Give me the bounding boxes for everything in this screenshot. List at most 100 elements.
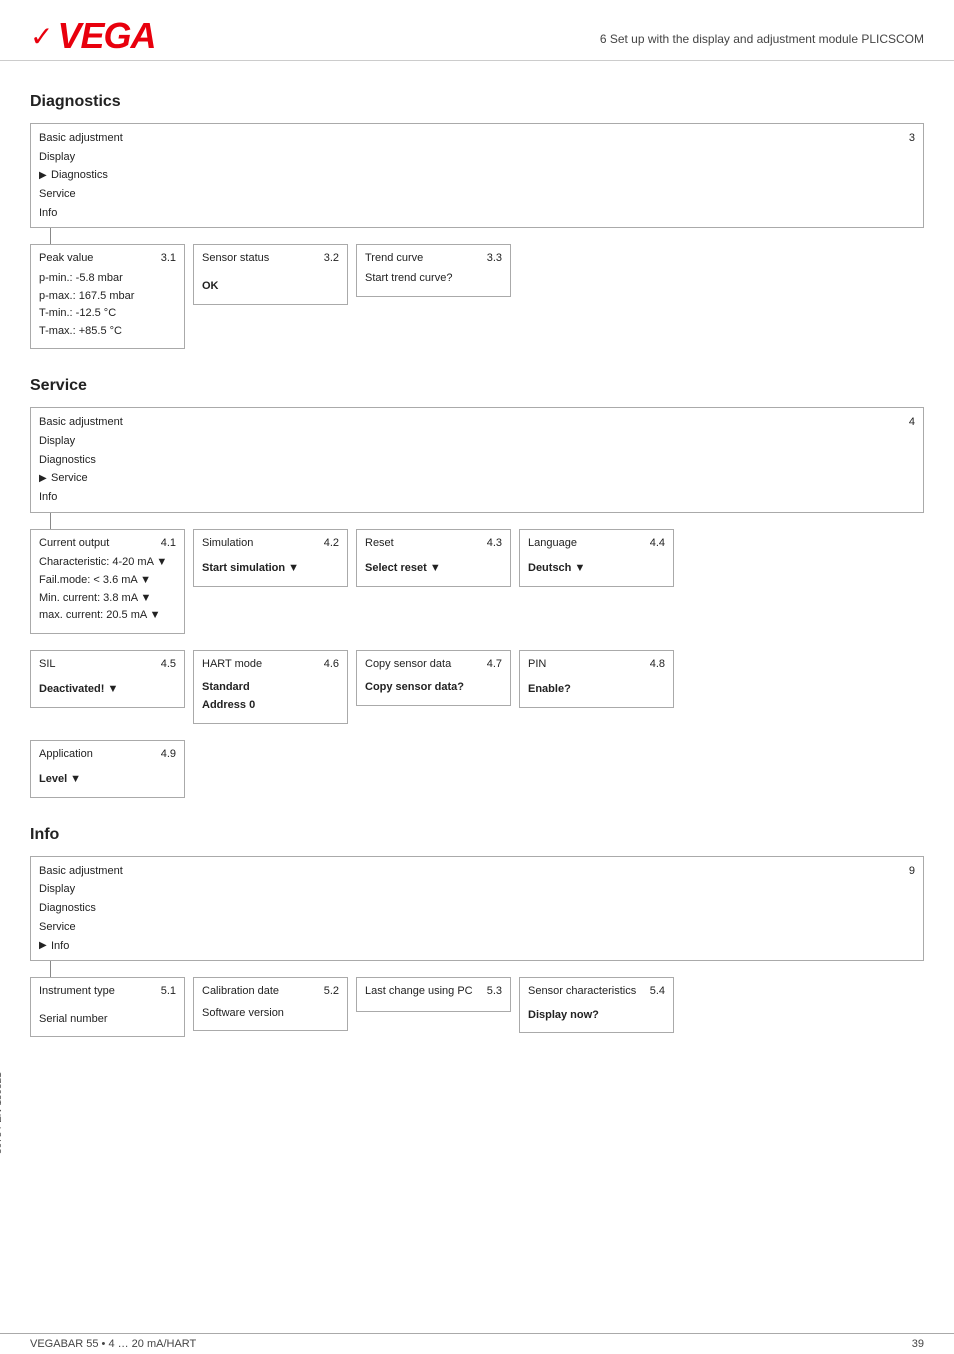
box-number-4-8: 4.8 [650,656,665,674]
menu-item-diagnostics-diag[interactable]: ▶ Diagnostics [39,166,915,185]
section-title-service: Service [30,377,924,395]
sub-box-4-8: 4.8 PIN Enable? [519,650,674,708]
sub-box-5-3: 5.3 Last change using PC [356,977,511,1012]
current-char: Characteristic: 4-20 mA ▼ [39,554,176,572]
display-now[interactable]: Display now? [528,1007,665,1025]
sub-box-4-9: 4.9 Application Level ▼ [30,740,185,798]
box-number-4-3: 4.3 [487,535,502,553]
service-sub-row-2: 4.5 SIL Deactivated! ▼ 4.6 HART mode Sta… [30,650,924,724]
reset-select[interactable]: Select reset ▼ [365,560,502,578]
box-number-5-3: 5.3 [487,983,502,1001]
vert-connector-info [50,961,51,977]
diagnostics-menu-box: 3 Basic adjustment Display ▶ Diagnostics… [30,123,924,228]
sil-deactivated[interactable]: Deactivated! ▼ [39,681,176,699]
box-number-4-1: 4.1 [161,535,176,553]
peak-tmax: T-max.: +85.5 °C [39,323,176,341]
logo-text: VEGA [57,18,155,54]
sub-box-4-1: 4.1 Current output Characteristic: 4-20 … [30,529,185,634]
info-menu-box: 9 Basic adjustment Display Diagnostics S… [30,856,924,961]
copy-sensor-data[interactable]: Copy sensor data? [365,679,502,697]
box-title-4-9: Application [39,746,176,764]
menu-item-basic-adj-info[interactable]: Basic adjustment [39,862,915,881]
peak-tmin: T-min.: -12.5 °C [39,305,176,323]
info-sub-row: 5.1 Instrument type Serial number 5.2 Ca… [30,977,924,1037]
footer-left: VEGABAR 55 • 4 … 20 mA/HART [30,1338,196,1350]
pin-enable[interactable]: Enable? [528,681,665,699]
box-title-3-3: Trend curve [365,250,502,268]
header-title: 6 Set up with the display and adjustment… [600,18,924,46]
vert-connector-diag [50,228,51,244]
box-number-5-4: 5.4 [650,983,665,1001]
simulation-start[interactable]: Start simulation ▼ [202,560,339,578]
box-title-4-7: Copy sensor data [365,656,502,674]
service-sub-row-1: 4.1 Current output Characteristic: 4-20 … [30,529,924,634]
sub-box-4-2: 4.2 Simulation Start simulation ▼ [193,529,348,587]
service-sub-row-3: 4.9 Application Level ▼ [30,740,924,798]
sub-box-4-6: 4.6 HART mode Standard Address 0 [193,650,348,724]
current-fail: Fail.mode: < 3.6 mA ▼ [39,572,176,590]
menu-item-diagnostics-info[interactable]: Diagnostics [39,899,915,918]
box-title-4-8: PIN [528,656,665,674]
box-number-4-4: 4.4 [650,535,665,553]
box-title-5-4: Sensor characteristics [528,983,665,1001]
menu-item-info-svc[interactable]: Info [39,488,915,507]
box-number-5-2: 5.2 [324,983,339,1001]
page-footer: VEGABAR 55 • 4 … 20 mA/HART 39 [0,1333,954,1354]
box-title-5-3: Last change using PC [365,983,502,1001]
info-menu-number: 9 [909,862,915,881]
service-menu-box: 4 Basic adjustment Display Diagnostics ▶… [30,407,924,512]
box-number-4-7: 4.7 [487,656,502,674]
box-title-5-1: Instrument type [39,983,176,1001]
box-title-4-4: Language [528,535,665,553]
box-title-4-2: Simulation [202,535,339,553]
footer-right: 39 [912,1338,924,1350]
section-title-diagnostics: Diagnostics [30,93,924,111]
side-label: 36734-EN-130321 [0,1072,4,1154]
service-section: 4 Basic adjustment Display Diagnostics ▶… [30,407,924,805]
peak-pmin: p-min.: -5.8 mbar [39,270,176,288]
language-deutsch[interactable]: Deutsch ▼ [528,560,665,578]
sub-box-3-1: 3.1 Peak value p-min.: -5.8 mbar p-max.:… [30,244,185,349]
box-title-4-6: HART mode [202,656,339,674]
box-number-3-3: 3.3 [487,250,502,268]
menu-item-basic-adj-svc[interactable]: Basic adjustment [39,413,915,432]
sub-box-4-5: 4.5 SIL Deactivated! ▼ [30,650,185,708]
current-max: max. current: 20.5 mA ▼ [39,607,176,625]
sub-box-3-2: 3.2 Sensor status OK [193,244,348,304]
active-arrow-info: ▶ [39,937,51,954]
box-title-3-2: Sensor status [202,250,339,268]
current-min: Min. current: 3.8 mA ▼ [39,590,176,608]
sensor-status-ok: OK [202,278,339,296]
menu-item-service-svc[interactable]: ▶ Service [39,469,915,488]
menu-item-service-diag[interactable]: Service [39,185,915,204]
active-arrow-svc: ▶ [39,470,51,487]
sub-box-5-4: 5.4 Sensor characteristics Display now? [519,977,674,1033]
application-level[interactable]: Level ▼ [39,771,176,789]
box-title-5-2: Calibration date [202,983,339,1001]
box-number-3-1: 3.1 [161,250,176,268]
menu-item-info-info[interactable]: ▶ Info [39,937,915,956]
sub-box-4-4: 4.4 Language Deutsch ▼ [519,529,674,587]
menu-item-display-diag[interactable]: Display [39,148,915,167]
menu-item-info-diag[interactable]: Info [39,204,915,223]
sub-box-4-3: 4.3 Reset Select reset ▼ [356,529,511,587]
sub-box-5-1: 5.1 Instrument type Serial number [30,977,185,1037]
menu-item-diagnostics-svc[interactable]: Diagnostics [39,451,915,470]
box-title-3-1: Peak value [39,250,176,268]
menu-item-basic-adj-diag[interactable]: Basic adjustment [39,129,915,148]
hart-standard: Standard [202,679,339,697]
software-version-label: Software version [202,1005,339,1023]
box-title-4-5: SIL [39,656,176,674]
menu-item-service-info[interactable]: Service [39,918,915,937]
menu-item-display-svc[interactable]: Display [39,432,915,451]
main-content: Diagnostics 3 Basic adjustment Display ▶… [0,61,954,1065]
box-number-4-9: 4.9 [161,746,176,764]
section-title-info: Info [30,826,924,844]
page-header: ✓ VEGA 6 Set up with the display and adj… [0,0,954,61]
box-number-4-2: 4.2 [324,535,339,553]
serial-number-label: Serial number [39,1011,176,1029]
vert-connector-svc [50,513,51,529]
diagnostics-sub-row: 3.1 Peak value p-min.: -5.8 mbar p-max.:… [30,244,924,349]
menu-item-display-info[interactable]: Display [39,880,915,899]
diagnostics-section: 3 Basic adjustment Display ▶ Diagnostics… [30,123,924,357]
